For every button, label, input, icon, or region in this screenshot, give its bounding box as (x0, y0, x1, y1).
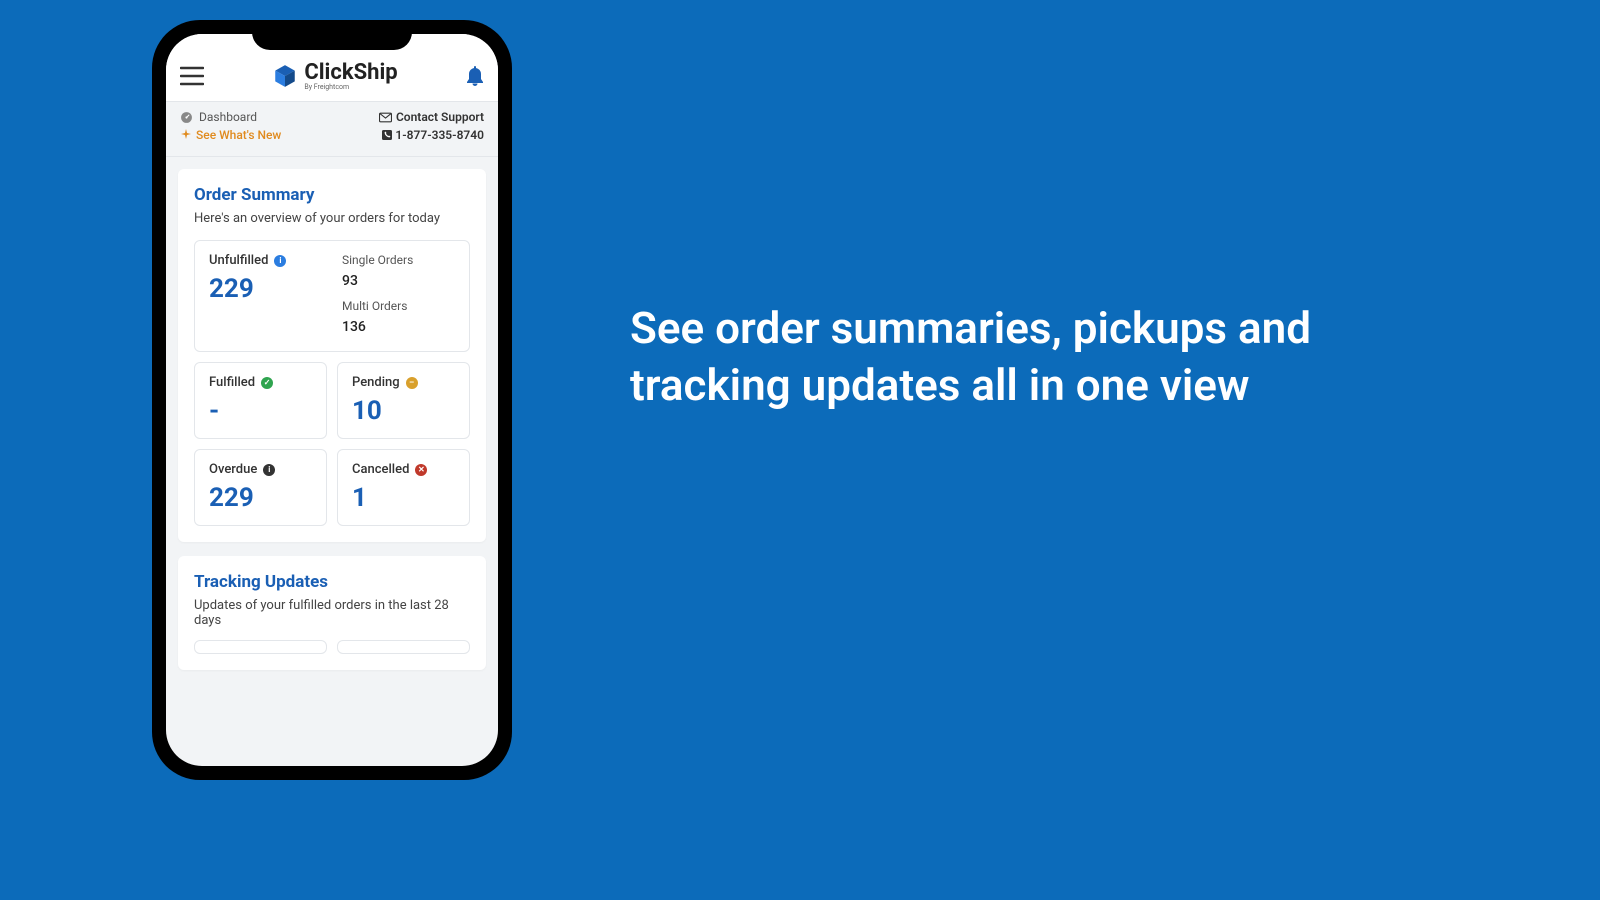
tracking-subtitle: Updates of your fulfilled orders in the … (194, 598, 470, 628)
overdue-value: 229 (209, 483, 312, 513)
overdue-tile[interactable]: Overdue i 229 (194, 449, 327, 526)
support-phone-number: 1-877-335-8740 (395, 128, 484, 142)
app-screen: ClickShip By Freightcom Dashboard Contac… (166, 34, 498, 766)
tracking-updates-card: Tracking Updates Updates of your fulfill… (178, 556, 486, 670)
notifications-button[interactable] (466, 66, 484, 86)
unfulfilled-tile[interactable]: Unfulfilled i 229 Single Orders 93 Multi… (194, 240, 470, 352)
cancelled-value: 1 (352, 483, 455, 513)
single-orders-label: Single Orders (342, 253, 455, 267)
tracking-tile-placeholder (194, 640, 327, 654)
contact-support-label: Contact Support (396, 110, 484, 124)
support-phone[interactable]: 1-877-335-8740 (381, 128, 484, 142)
cancelled-tile[interactable]: Cancelled ✕ 1 (337, 449, 470, 526)
x-icon: ✕ (415, 464, 427, 476)
sub-header: Dashboard Contact Support See What's New… (166, 102, 498, 157)
pending-label: Pending (352, 375, 400, 390)
logo: ClickShip By Freightcom (272, 60, 397, 91)
pending-tile[interactable]: Pending – 10 (337, 362, 470, 439)
check-icon: ✓ (261, 377, 273, 389)
logo-text: ClickShip (304, 60, 397, 85)
unfulfilled-label: Unfulfilled (209, 253, 268, 268)
tracking-title: Tracking Updates (194, 572, 470, 592)
contact-support-link[interactable]: Contact Support (379, 110, 484, 124)
info-icon: i (263, 464, 275, 476)
info-icon: i (274, 255, 286, 267)
fulfilled-label: Fulfilled (209, 375, 255, 390)
mail-icon (379, 112, 392, 123)
multi-orders-label: Multi Orders (342, 299, 455, 313)
order-summary-subtitle: Here's an overview of your orders for to… (194, 211, 470, 226)
order-summary-title: Order Summary (194, 185, 470, 205)
fulfilled-tile[interactable]: Fulfilled ✓ - (194, 362, 327, 439)
minus-icon: – (406, 377, 418, 389)
marketing-headline: See order summaries, pickups and trackin… (630, 300, 1450, 414)
whats-new-link[interactable]: See What's New (180, 128, 281, 142)
phone-icon (381, 129, 393, 141)
single-orders-value: 93 (342, 273, 455, 289)
sparkle-icon (180, 129, 192, 141)
box-icon (272, 63, 298, 89)
dashboard-label: Dashboard (199, 110, 257, 124)
whats-new-label: See What's New (196, 128, 281, 142)
tracking-tile-placeholder (337, 640, 470, 654)
menu-button[interactable] (180, 66, 204, 86)
fulfilled-value: - (209, 396, 312, 426)
cancelled-label: Cancelled (352, 462, 409, 477)
phone-notch (252, 20, 412, 50)
content-area: Order Summary Here's an overview of your… (166, 157, 498, 696)
order-summary-card: Order Summary Here's an overview of your… (178, 169, 486, 542)
unfulfilled-value: 229 (209, 274, 322, 304)
gauge-icon (180, 111, 193, 124)
phone-frame: ClickShip By Freightcom Dashboard Contac… (152, 20, 512, 780)
multi-orders-value: 136 (342, 319, 455, 335)
overdue-label: Overdue (209, 462, 257, 477)
pending-value: 10 (352, 396, 455, 426)
